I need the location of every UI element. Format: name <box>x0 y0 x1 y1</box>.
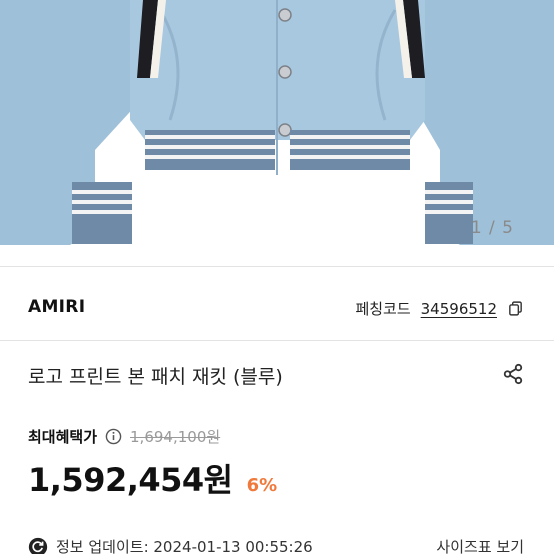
max-benefit-label: 최대혜택가 <box>28 428 98 446</box>
info-update-text: 정보 업데이트: 2024-01-13 00:55:26 <box>56 538 313 554</box>
price-row: 1,592,454원 6% <box>28 455 277 501</box>
share-icon[interactable] <box>502 362 524 386</box>
product-image-gallery[interactable]: 1 / 5 <box>0 0 554 262</box>
refresh-icon[interactable] <box>28 537 48 554</box>
divider <box>0 266 554 267</box>
divider <box>0 340 554 341</box>
info-icon[interactable] <box>105 428 122 445</box>
max-benefit-row: 최대혜택가 1,694,100원 <box>28 426 220 447</box>
copy-icon[interactable] <box>507 300 524 317</box>
original-price: 1,694,100원 <box>130 428 221 446</box>
fetching-code-value[interactable]: 34596512 <box>421 300 497 318</box>
sale-price: 1,592,454원 <box>28 461 233 499</box>
size-guide-link[interactable]: 사이즈표 보기 <box>436 536 524 554</box>
brand-name[interactable]: AMIRI <box>28 297 85 317</box>
info-update-row: 정보 업데이트: 2024-01-13 00:55:26 <box>28 536 313 554</box>
product-title: 로고 프린트 본 패치 재킷 (블루) <box>28 366 283 388</box>
discount-rate: 6% <box>246 475 278 496</box>
fetching-code: 페칭코드 34596512 <box>355 298 524 319</box>
image-counter: 1 / 5 <box>470 218 514 238</box>
fetching-code-label: 페칭코드 <box>355 300 411 318</box>
